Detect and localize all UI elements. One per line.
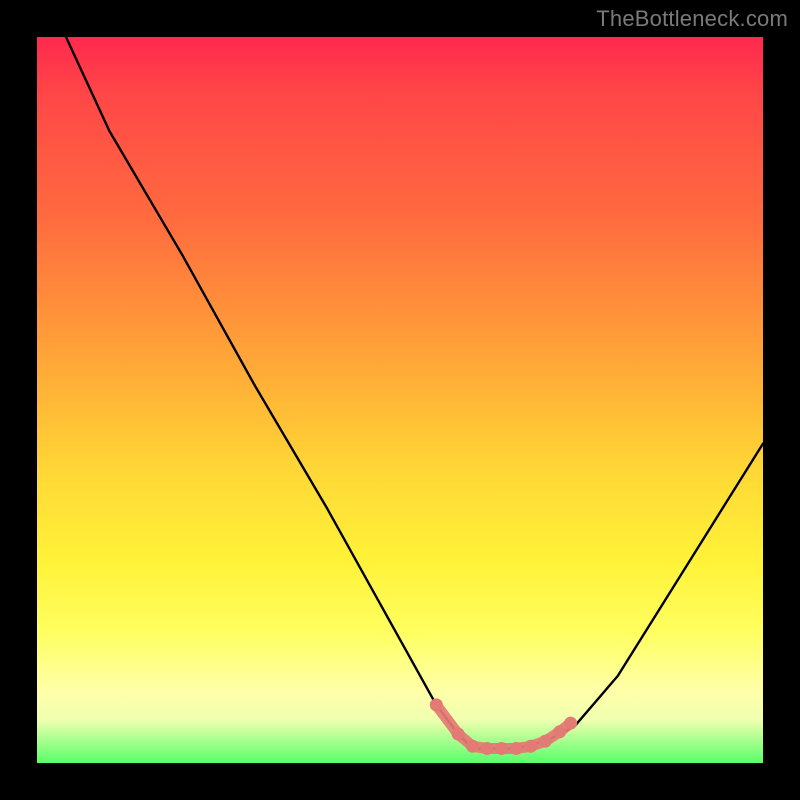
valley-marker-dot xyxy=(452,728,465,741)
valley-marker-dot xyxy=(510,742,523,755)
valley-marker-dot xyxy=(495,742,508,755)
curve-path xyxy=(66,37,763,749)
plot-area xyxy=(37,37,763,763)
valley-marker-dot xyxy=(539,735,552,748)
valley-marker-dot xyxy=(564,717,577,730)
valley-marker-dot xyxy=(430,698,443,711)
valley-marker-dot xyxy=(524,740,537,753)
valley-marker-dot xyxy=(481,742,494,755)
bottleneck-curve xyxy=(37,37,763,763)
valley-marker-dot xyxy=(466,740,479,753)
watermark-text: TheBottleneck.com xyxy=(596,6,788,32)
valley-marker-dot xyxy=(553,725,566,738)
chart-frame: TheBottleneck.com xyxy=(0,0,800,800)
